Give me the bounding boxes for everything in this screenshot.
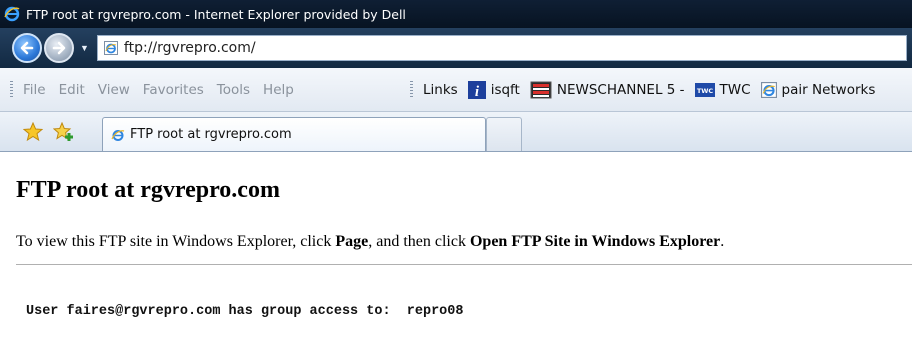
menu-tools[interactable]: Tools [217, 82, 250, 98]
link-pair-networks[interactable]: pair Networks [760, 82, 876, 98]
links-toolbar: Links i isqft NEWSCHANNEL 5 - TWC TWC pa… [410, 68, 885, 112]
window-title-bar: FTP root at rgvrepro.com - Internet Expl… [0, 0, 912, 28]
ie-page-icon [111, 129, 125, 141]
favorites-star-icon[interactable] [23, 122, 43, 142]
address-bar[interactable]: ftp://rgvrepro.com/ [96, 35, 907, 61]
window-title: FTP root at rgvrepro.com - Internet Expl… [26, 6, 406, 22]
tv-icon [530, 81, 552, 99]
back-button[interactable] [12, 33, 42, 63]
ie-page-icon [760, 82, 777, 98]
instructions-open-ftp: Open FTP Site in Windows Explorer [469, 233, 721, 250]
links-label: Links [423, 82, 458, 98]
instructions-suffix: . [720, 233, 725, 250]
info-icon: i [467, 81, 486, 99]
instructions-prefix: To view this FTP site in Windows Explore… [16, 233, 336, 250]
link-pair-networks-label: pair Networks [781, 82, 876, 98]
page-title: FTP root at rgvrepro.com [16, 177, 280, 203]
menu-help[interactable]: Help [263, 82, 294, 98]
menu-view[interactable]: View [98, 82, 130, 98]
horizontal-rule [16, 264, 912, 265]
instructions-text: To view this FTP site in Windows Explore… [16, 233, 724, 251]
menu-file[interactable]: File [23, 82, 46, 98]
new-tab-button[interactable] [486, 117, 522, 151]
links-toolbar-grip[interactable] [410, 81, 413, 99]
link-newschannel5[interactable]: NEWSCHANNEL 5 - [530, 81, 685, 99]
menu-favorites[interactable]: Favorites [143, 82, 204, 98]
navigation-bar: ▼ ftp://rgvrepro.com/ [0, 28, 912, 68]
link-twc-label: TWC [719, 82, 751, 98]
toolbar-grip[interactable] [10, 80, 13, 99]
group-access-text: User faires@rgvrepro.com has group acces… [26, 304, 464, 319]
link-twc[interactable]: TWC TWC [694, 82, 751, 98]
tab-label: FTP root at rgvrepro.com [130, 127, 292, 142]
instructions-middle: , and then click [368, 233, 470, 250]
instructions-page-word: Page [335, 233, 369, 250]
forward-arrow-icon [52, 41, 66, 55]
link-newschannel5-label: NEWSCHANNEL 5 - [556, 82, 685, 98]
add-to-favorites-icon[interactable] [53, 122, 75, 142]
menu-edit[interactable]: Edit [59, 82, 85, 98]
tab-ftp-root[interactable]: FTP root at rgvrepro.com [102, 117, 486, 151]
twc-icon: TWC [694, 83, 715, 97]
link-isqft-label: isqft [490, 82, 520, 98]
link-isqft[interactable]: i isqft [467, 81, 520, 99]
page-content: FTP root at rgvrepro.com To view this FT… [0, 152, 912, 354]
tab-bar: FTP root at rgvrepro.com [0, 112, 912, 152]
forward-button[interactable] [44, 33, 74, 63]
ie-page-icon [103, 41, 118, 55]
svg-text:TWC: TWC [696, 87, 713, 95]
address-text: ftp://rgvrepro.com/ [123, 40, 256, 56]
back-arrow-icon [20, 41, 34, 55]
menu-bar: File Edit View Favorites Tools Help Link… [0, 68, 912, 112]
internet-explorer-icon [4, 6, 20, 22]
recent-pages-dropdown-icon[interactable]: ▼ [80, 43, 89, 53]
